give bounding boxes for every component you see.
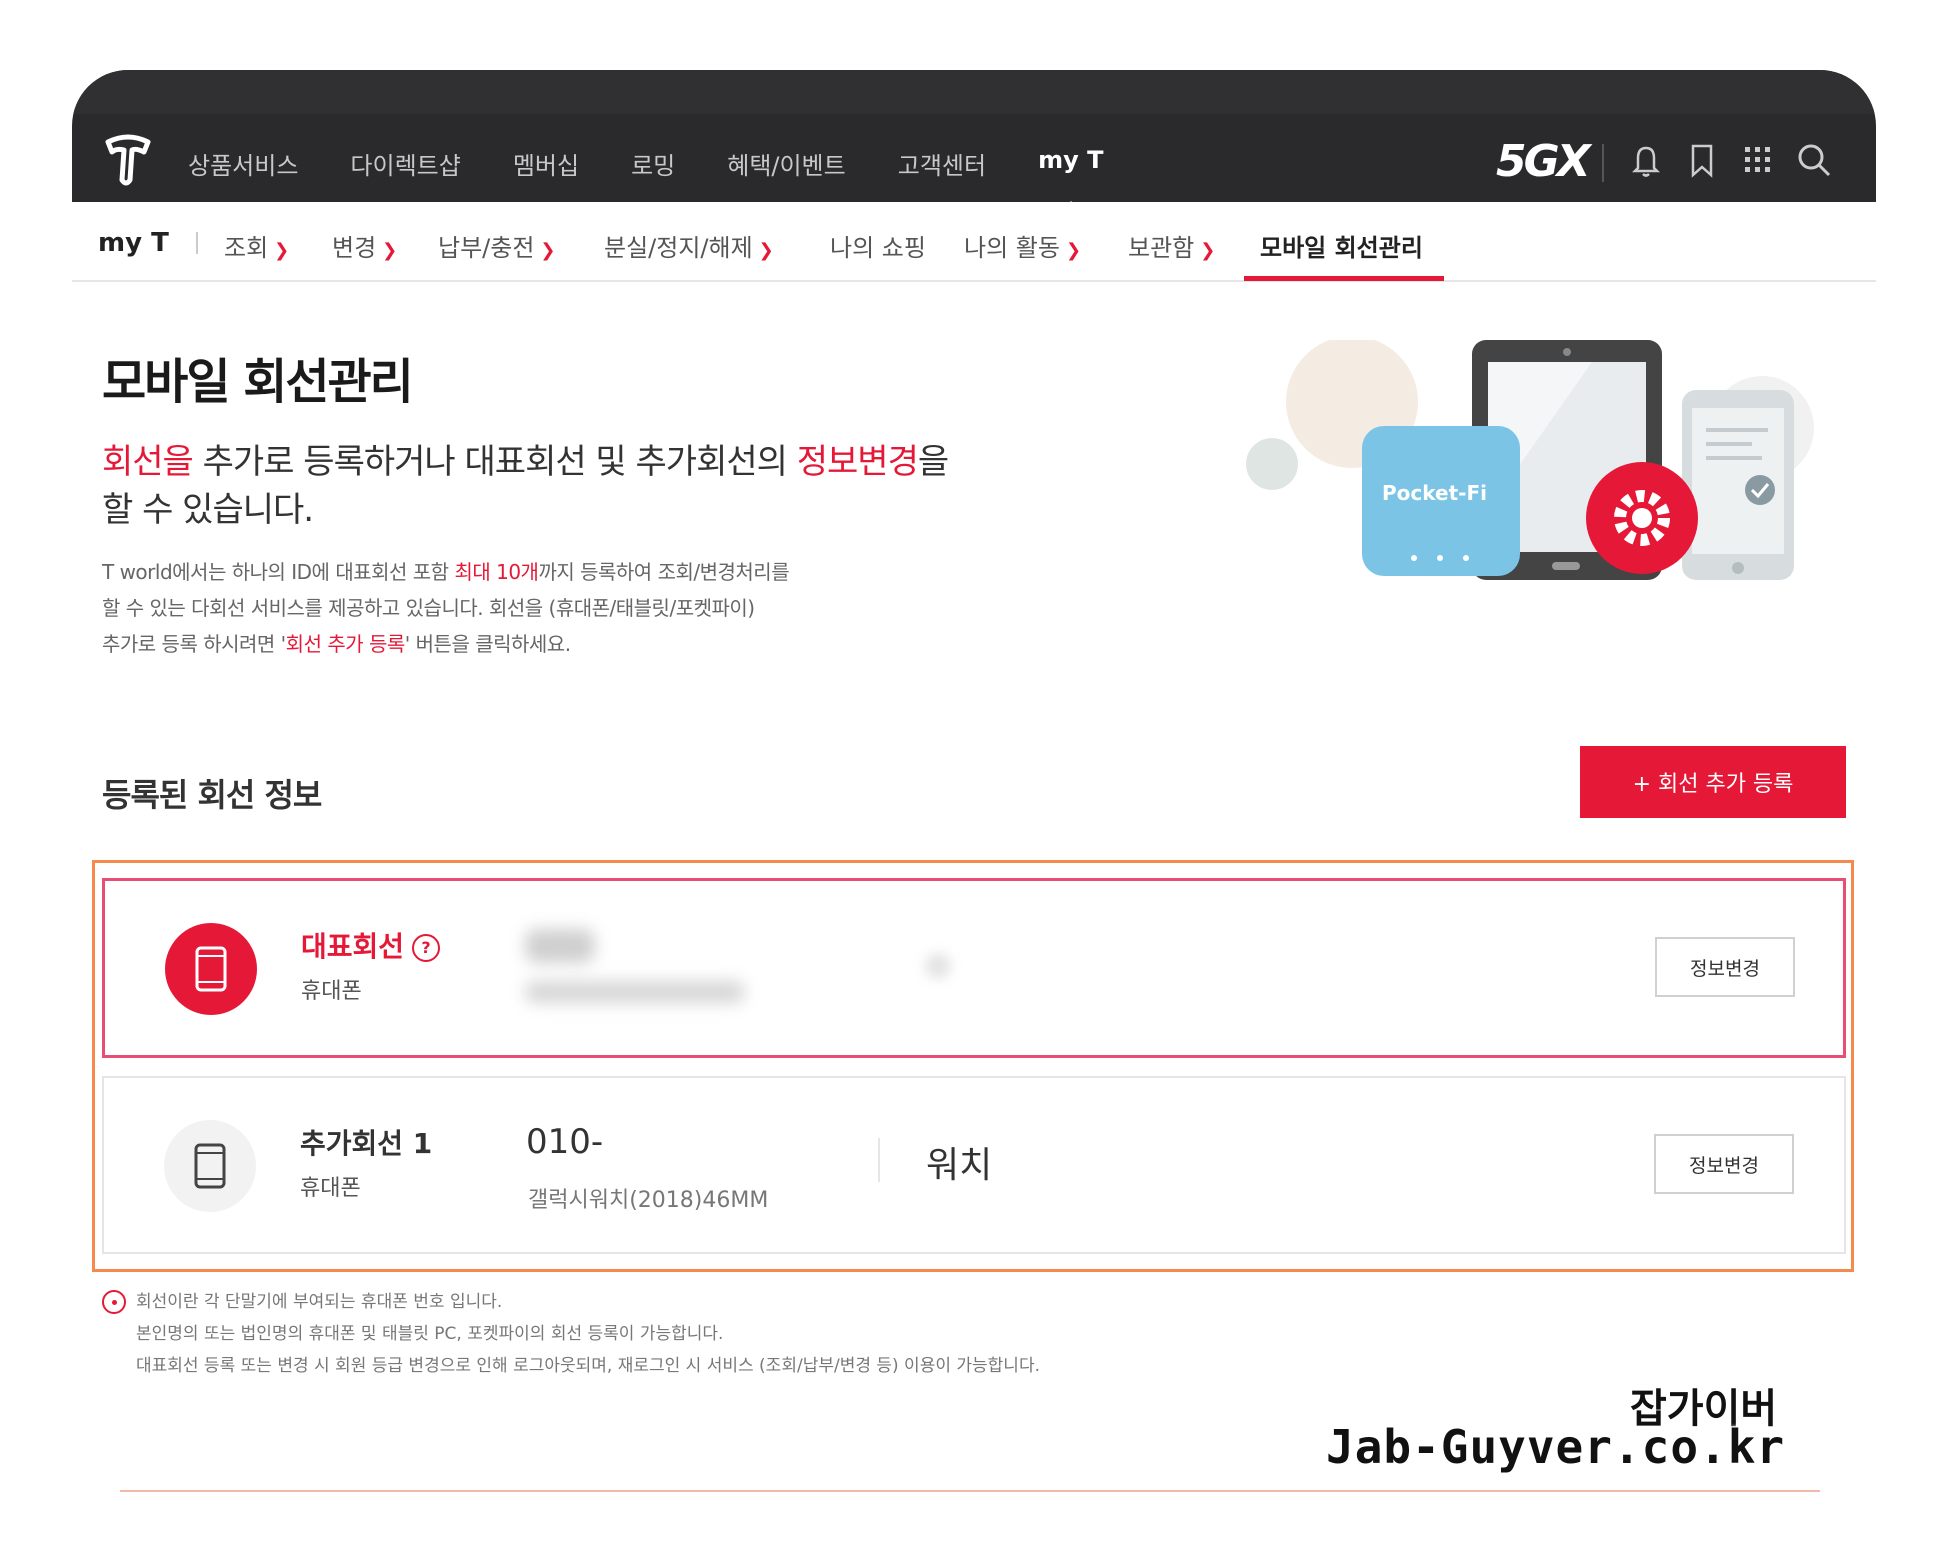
watermark-url: Jab-Guyver.co.kr — [1326, 1420, 1786, 1474]
subnav-item-suspend[interactable]: 분실/정지/해제 ❯ — [604, 228, 774, 263]
subnav-item-label: 변경 — [332, 234, 377, 262]
desc-text: 추가로 등록 하시려면 ' — [102, 632, 286, 656]
lead-highlight: 회선을 — [102, 442, 194, 482]
subnav-item-label: 보관함 — [1128, 234, 1195, 262]
line-card-additional: 추가회선 1 휴대폰 010- 갤럭시워치(2018)46MM 워치 정보변경 — [102, 1076, 1846, 1254]
notice-text: 회선이란 각 단말기에 부여되는 휴대폰 번호 입니다. — [136, 1292, 503, 1312]
gnb-item-direct-shop[interactable]: 다이렉트샵 — [350, 146, 460, 181]
page-title: 모바일 회선관리 — [102, 354, 414, 410]
line-label: 대표회선? — [301, 925, 441, 965]
subnav-item-inquiry[interactable]: 조회 ❯ — [224, 228, 289, 263]
gnb-item-membership[interactable]: 멤버십 — [513, 146, 579, 181]
devices-illustration: Pocket-Fi — [1246, 340, 1814, 580]
desc-highlight: 회선 추가 등록 — [285, 632, 406, 656]
gnb-item-events[interactable]: 혜택/이벤트 — [727, 146, 846, 181]
blurred-model — [525, 981, 745, 1003]
section-title: 등록된 회선 정보 — [102, 776, 322, 814]
device-model: 갤럭시워치(2018)46MM — [528, 1188, 769, 1213]
line-label-text: 대표회선 — [301, 930, 405, 963]
t-logo-icon[interactable] — [100, 132, 156, 188]
line-avatar — [164, 1120, 256, 1212]
line-card-primary: 대표회선? 휴대폰 정보변경 — [102, 878, 1846, 1058]
subnav-item-mobile-lines[interactable]: 모바일 회선관리 — [1260, 228, 1423, 263]
phone-icon — [194, 1143, 226, 1189]
notice-item: 본인명의 또는 법인명의 휴대폰 및 태블릿 PC, 포켓파이의 회선 등록이 … — [136, 1324, 724, 1344]
notice-item: 대표회선 등록 또는 변경 시 회원 등급 변경으로 인해 로그아웃되며, 재로… — [136, 1356, 1040, 1376]
my-t-subnav: my T 조회 ❯ 변경 ❯ 납부/충전 ❯ 분실/정지/해제 ❯ 나의 쇼핑 나의 활… — [72, 202, 1876, 282]
global-header: 상품서비스 다이렉트샵 멤버십 로밍 혜택/이벤트 고객센터 my T 5GX — [72, 70, 1876, 211]
edit-info-button[interactable]: 정보변경 — [1654, 1134, 1794, 1194]
desc-text: T world에서는 하나의 ID에 대표회선 포함 — [102, 560, 455, 584]
global-nav: 상품서비스 다이렉트샵 멤버십 로밍 혜택/이벤트 고객센터 my T — [188, 146, 1155, 211]
frame-bottom-line — [120, 1490, 1820, 1492]
gnb-item-products[interactable]: 상품서비스 — [188, 146, 298, 181]
line-type: 휴대폰 — [301, 979, 362, 1004]
chevron-down-icon: ❯ — [1065, 240, 1082, 261]
subnav-item-shopping[interactable]: 나의 쇼핑 — [830, 228, 926, 263]
lead-text: 추가로 등록하거나 대표회선 및 추가회선의 — [192, 442, 797, 482]
5gx-logo[interactable]: 5GX — [1496, 136, 1591, 187]
chevron-down-icon: ❯ — [274, 240, 290, 261]
subnav-item-label: 나의 활동 — [964, 234, 1060, 262]
bell-icon[interactable] — [1626, 140, 1666, 180]
browser-frame: 상품서비스 다이렉트샵 멤버십 로밍 혜택/이벤트 고객센터 my T 5GX — [72, 70, 1876, 1490]
lead-highlight: 정보변경 — [796, 442, 919, 482]
subnav-item-label: 조회 — [224, 234, 269, 262]
help-icon[interactable]: ? — [412, 934, 441, 962]
lead-text: 을 — [917, 442, 949, 482]
gnb-item-my-t[interactable]: my T — [1038, 146, 1103, 211]
header-divider — [1602, 144, 1604, 182]
chevron-down-icon: ❯ — [758, 240, 774, 261]
bookmark-icon[interactable] — [1682, 140, 1722, 180]
edit-info-button[interactable]: 정보변경 — [1655, 937, 1795, 997]
notice-list: 회선이란 각 단말기에 부여되는 휴대폰 번호 입니다. 본인명의 또는 법인명… — [102, 1286, 1040, 1382]
desc-text: 할 수 있는 다회선 서비스를 제공하고 있습니다. 회선을 (휴대폰/태블릿/… — [102, 596, 755, 620]
subnav-item-activity[interactable]: 나의 활동 ❯ — [964, 228, 1081, 263]
phone-icon — [195, 946, 227, 992]
gnb-item-roaming[interactable]: 로밍 — [631, 146, 675, 181]
header-top-band — [72, 70, 1876, 114]
active-tab-indicator — [1244, 276, 1444, 281]
line-label: 추가회선 1 — [300, 1127, 433, 1160]
subnav-item-payment[interactable]: 납부/충전 ❯ — [438, 228, 556, 263]
desc-highlight: 최대 10개 — [454, 560, 539, 584]
subnav-item-storage[interactable]: 보관함 ❯ — [1128, 228, 1215, 263]
desc-text: ' 버튼을 클릭하세요. — [404, 632, 571, 656]
line-avatar — [165, 923, 257, 1015]
chevron-down-icon: ❯ — [1200, 240, 1216, 261]
pocketfi-label: Pocket-Fi — [1382, 481, 1487, 505]
search-icon[interactable] — [1794, 140, 1834, 180]
info-bullet-icon — [102, 1290, 126, 1314]
subnav-separator — [196, 232, 198, 254]
grid-menu-icon[interactable] — [1738, 140, 1778, 180]
chevron-down-icon: ❯ — [540, 240, 556, 261]
chevron-down-icon: ❯ — [382, 240, 398, 261]
desc-text: 까지 등록하여 조회/변경처리를 — [538, 560, 790, 584]
lead-text: 할 수 있습니다. — [102, 490, 314, 530]
subnav-item-label: 납부/충전 — [438, 234, 535, 262]
add-line-button[interactable]: + 회선 추가 등록 — [1580, 746, 1846, 818]
line-type: 휴대폰 — [300, 1176, 361, 1201]
gnb-item-customer-center[interactable]: 고객센터 — [898, 146, 986, 181]
line-nickname: 워치 — [926, 1145, 993, 1186]
blurred-nickname — [925, 953, 951, 979]
blurred-number — [525, 929, 595, 963]
page-description: T world에서는 하나의 ID에 대표회선 포함 최대 10개까지 등록하여… — [102, 554, 1002, 662]
card-divider — [878, 1138, 880, 1182]
notice-item: 회선이란 각 단말기에 부여되는 휴대폰 번호 입니다. — [102, 1286, 1040, 1318]
subnav-item-label: 분실/정지/해제 — [604, 234, 753, 262]
page-lead: 회선을 추가로 등록하거나 대표회선 및 추가회선의 정보변경을 할 수 있습니… — [102, 438, 1102, 534]
phone-number: 010- — [526, 1122, 604, 1162]
subnav-home[interactable]: my T — [98, 228, 169, 258]
subnav-item-change[interactable]: 변경 ❯ — [332, 228, 397, 263]
